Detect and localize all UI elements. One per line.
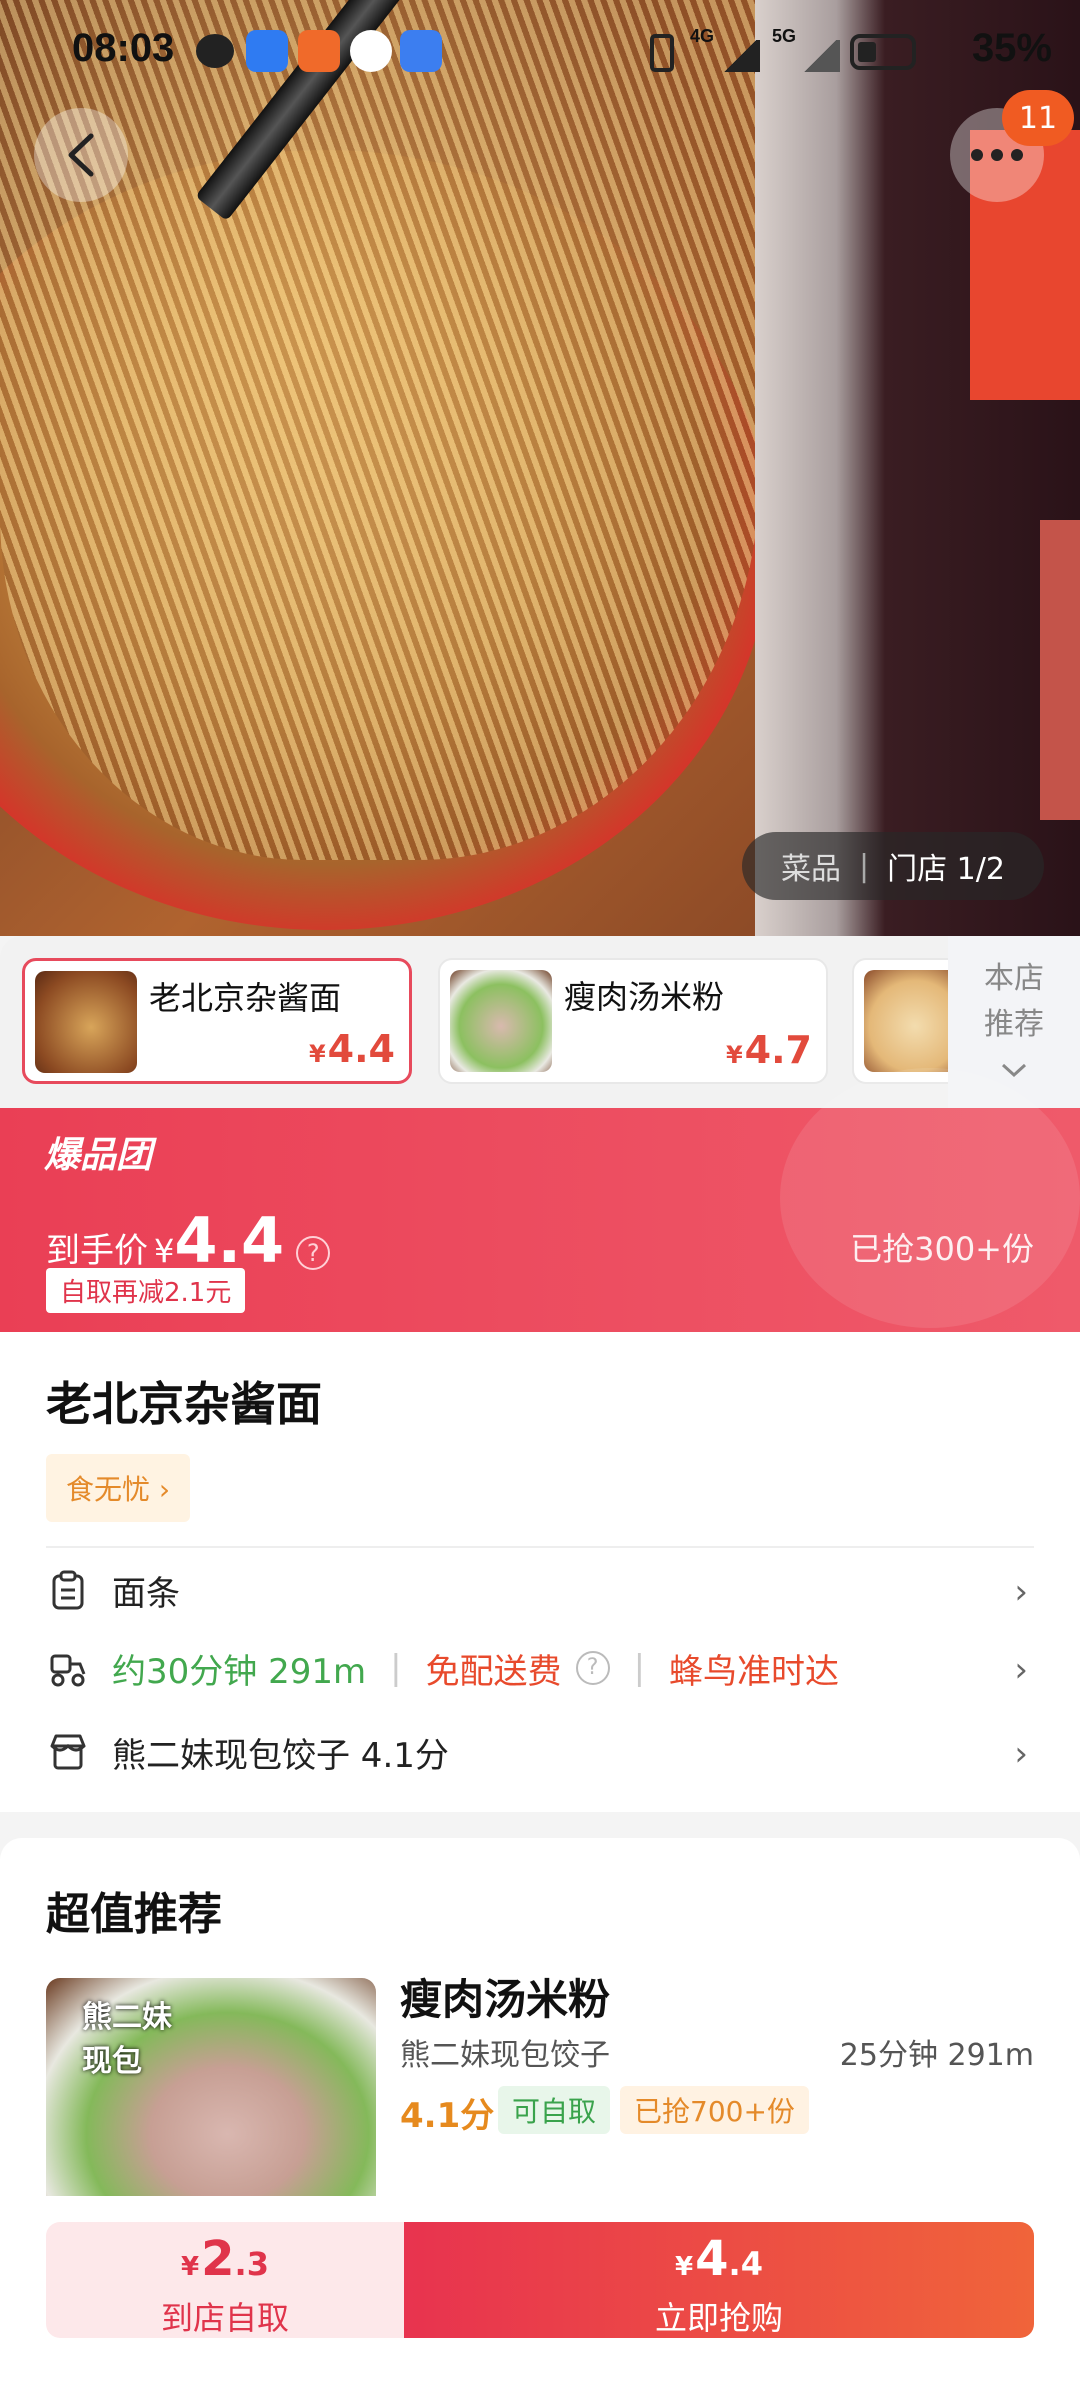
back-button[interactable] [34,108,128,202]
final-price-value: 4.4 [174,1204,285,1277]
item-info: 老北京杂酱面 食无忧 › 面条 › 约30分钟 291m | 免配送费 ? | … [0,1332,1080,1812]
category-row[interactable]: 面条 › [46,1560,1034,1620]
store-row[interactable]: 熊二妹现包饺子 4.1分 › [46,1722,1034,1782]
dish-price: ¥4.4 [308,1027,395,1071]
tab-store[interactable]: 门店 1/2 [887,844,1005,888]
dish-name: 老北京杂酱面 [149,979,342,1017]
signal-bars-icon-2 [800,40,840,72]
signal-4g-icon: 4G [690,26,715,46]
delivery-row[interactable]: 约30分钟 291m | 免配送费 ? | 蜂鸟准时达 › [46,1638,1034,1698]
app-icon-hcmom [400,30,442,72]
recommend-score: 4.1分 [400,2096,495,2136]
pickup-discount-tag: 自取再减2.1元 [46,1268,246,1313]
signal-5g-icon: 5G [772,26,797,46]
ontime-guarantee: 蜂鸟准时达 [669,1651,840,1692]
image-tab-switch[interactable]: 菜品 | 门店 1/2 [742,832,1044,900]
chevron-right-icon: › [1014,1734,1028,1774]
status-bar: 08:03 4G 5G 35% [0,0,1080,100]
chevron-down-icon [1001,1063,1027,1078]
food-safety-tag[interactable]: 食无忧 › [46,1454,191,1522]
message-count-badge: 11 [1002,90,1074,146]
back-arrow-icon [68,133,94,177]
hero-image[interactable]: 08:03 4G 5G 35% 11 菜品 | 门店 1/2 [0,0,1080,936]
item-title: 老北京杂酱面 [46,1377,322,1431]
store-icon [46,1730,90,1774]
promo-logo: 爆品团 [44,1135,153,1176]
chevron-right-icon: › [1014,1572,1028,1612]
recommend-heading: 超值推荐 [46,1889,222,1940]
dish-thumb-rice-noodle [450,970,552,1072]
store-door-image [1040,520,1080,820]
buy-price: ¥4.4 [675,2231,763,2287]
help-icon[interactable]: ? [296,1235,331,1270]
sold-count: 已抢300+份 [850,1230,1034,1268]
pickup-chip: 可自取 [498,2086,611,2134]
dish-card-rice-noodle[interactable]: 瘦肉汤米粉 ¥4.7 [438,958,828,1084]
divider [46,1546,1034,1548]
free-delivery: 免配送费 [425,1651,562,1692]
category-text: 面条 [112,1573,180,1614]
vibrate-icon [650,34,674,72]
separator: | [390,1648,402,1688]
clipboard-icon [46,1568,90,1612]
pickup-label: 到店自取 [160,2299,289,2337]
tab-separator: | [859,848,870,884]
battery-percent: 35% [971,26,1052,70]
app-icon-orange [298,30,340,72]
pickup-price: ¥2.3 [181,2231,269,2287]
delivery-scooter-icon [46,1646,90,1690]
promo-decoration [780,1068,1080,1328]
status-time: 08:03 [72,26,175,70]
buy-now-button[interactable]: ¥4.4 立即抢购 [404,2222,1034,2338]
buy-label: 立即抢购 [654,2299,783,2337]
final-price: 到手价 ¥4.4? [46,1204,331,1277]
store-name-score: 熊二妹现包饺子 4.1分 [112,1735,449,1776]
promo-banner: 爆品团 到手价 ¥4.4? 已抢300+份 自取再减2.1元 [0,1068,1080,1332]
more-dots-icon [971,149,1023,161]
final-price-label: 到手价 [46,1231,148,1271]
chat-icon [196,34,234,68]
signal-bars-icon-1 [720,40,760,72]
brand-watermark: 熊二妹 现包 [82,2000,172,2079]
battery-icon [850,34,916,70]
dish-card-zajiang[interactable]: 老北京杂酱面 ¥4.4 [22,958,412,1084]
separator: | [633,1648,646,1688]
pickup-button[interactable]: ¥2.3 到店自取 [46,2222,404,2338]
app-icon-blue [246,30,288,72]
currency-symbol: ¥ [154,1232,175,1270]
bottom-action-bar: ¥2.3 到店自取 ¥4.4 立即抢购 [0,2196,1080,2400]
browser-icon [350,30,392,72]
delivery-time: 约30分钟 291m [112,1651,367,1692]
chevron-right-icon: › [1014,1650,1028,1690]
tab-dish[interactable]: 菜品 [781,844,841,888]
dish-price: ¥4.7 [725,1028,812,1072]
recommend-item-name[interactable]: 瘦肉汤米粉 [400,1966,610,2027]
store-rec-line2: 推荐 [984,1007,1044,1042]
dish-thumb-zajiang [35,971,137,1073]
recommend-store-name: 熊二妹现包饺子 [400,2038,610,2073]
recommend-item-image[interactable]: 熊二妹 现包 [46,1978,376,2218]
store-rec-line1: 本店 [984,961,1044,996]
sold-chip: 已抢700+份 [620,2086,809,2134]
recommend-distance: 25分钟 291m [839,2038,1034,2073]
help-icon[interactable]: ? [575,1651,610,1685]
dish-name: 瘦肉汤米粉 [564,978,725,1016]
